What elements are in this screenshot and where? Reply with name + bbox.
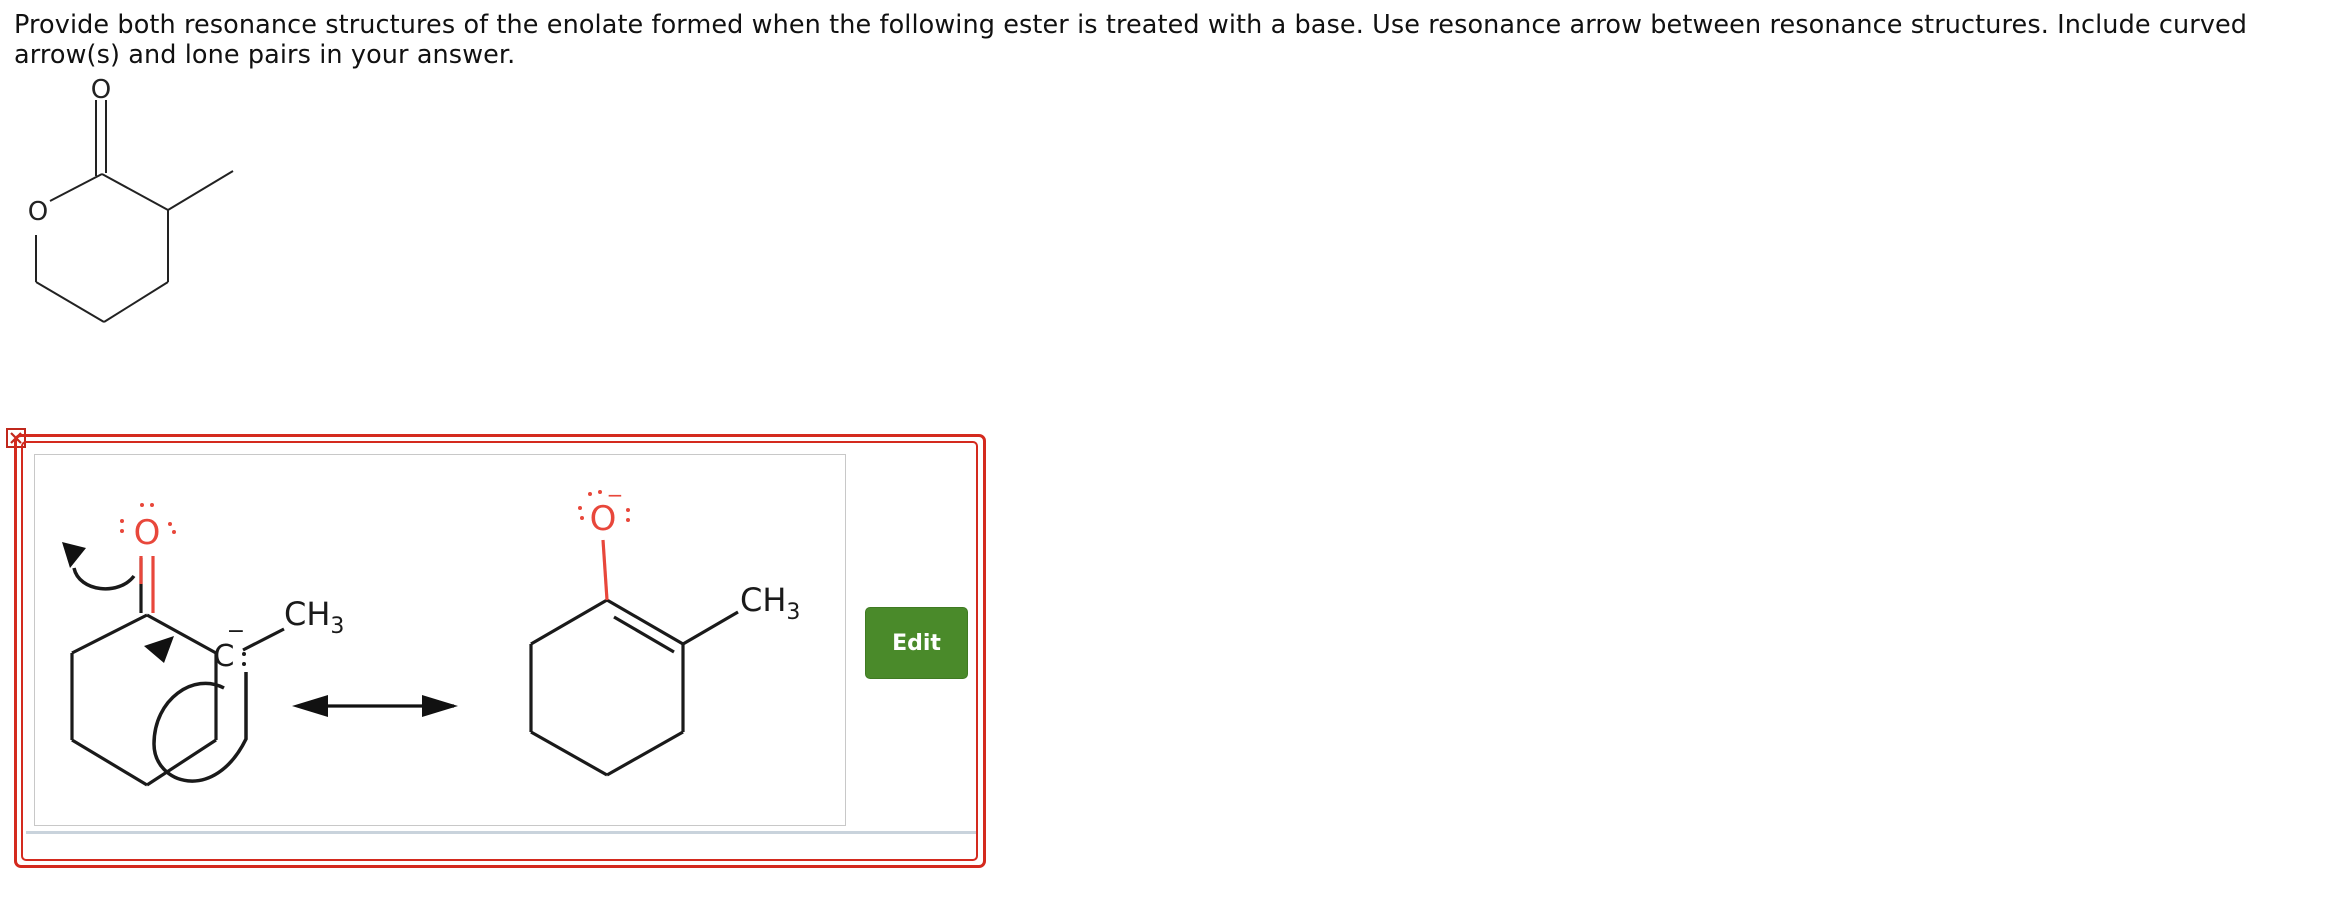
given-bonds [35, 100, 234, 323]
resonance-structure-2: O − CH3 [529, 483, 800, 777]
s2-methyl-label: CH3 [740, 581, 800, 625]
edit-button[interactable]: Edit [865, 607, 968, 679]
double-headed-arrow [292, 695, 458, 717]
curved-arrow-lone-pair [152, 672, 248, 783]
s1-oxygen: O [134, 513, 161, 553]
given-ester-structure: O O [28, 75, 234, 323]
curved-arrow-head-1 [62, 542, 86, 568]
resonance-structure-1: O C − CH3 [62, 503, 344, 787]
s2-negative-charge: − [607, 483, 624, 507]
curved-arrow-head-2 [144, 636, 174, 663]
given-ring-oxygen: O [28, 197, 48, 227]
s1-negative-charge: − [227, 619, 245, 644]
s1-carbanion-carbon: C [214, 639, 235, 674]
given-carbonyl-oxygen: O [91, 75, 111, 105]
answer-structures: O C − CH3 O − CH3 [62, 483, 800, 787]
question-text: Provide both resonance structures of the… [14, 10, 2248, 70]
s1-methyl-label: CH3 [284, 595, 344, 639]
curved-arrow-pi-bond [72, 567, 136, 591]
